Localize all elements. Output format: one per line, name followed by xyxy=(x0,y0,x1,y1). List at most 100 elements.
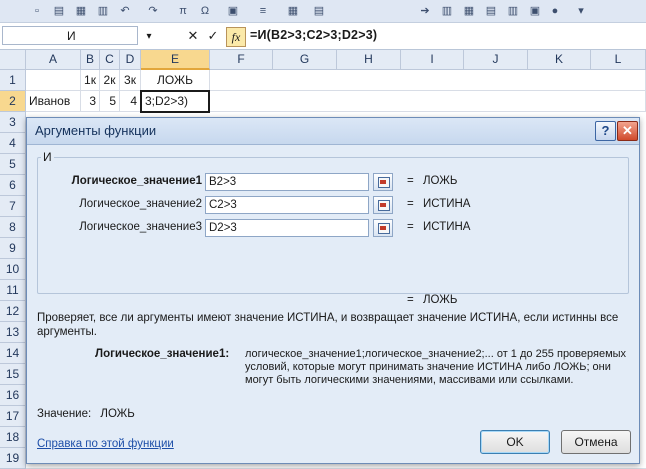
table-icon[interactable]: ▦ xyxy=(74,4,88,17)
value-label: Значение: xyxy=(37,408,92,420)
column-header-b[interactable]: B xyxy=(81,50,100,70)
dialog-title-bar[interactable]: Аргументы функции ? ✕ xyxy=(27,118,639,145)
arg2-input[interactable]: C2>3 xyxy=(205,196,369,214)
cell-d2[interactable]: 4 xyxy=(120,91,141,112)
cell-c2[interactable]: 5 xyxy=(100,91,120,112)
undo-icon[interactable]: ↶ xyxy=(118,4,132,17)
cell-b2[interactable]: 3 xyxy=(81,91,100,112)
cell-a1[interactable] xyxy=(26,70,81,91)
row-header-17[interactable]: 17 xyxy=(0,406,26,427)
column-header-k[interactable]: K xyxy=(528,50,591,70)
row-header-13[interactable]: 13 xyxy=(0,322,26,343)
dialog-title: Аргументы функции xyxy=(35,123,157,138)
arg3-result: ИСТИНА xyxy=(423,221,471,233)
pi-icon[interactable]: π xyxy=(176,4,190,17)
row-header-9[interactable]: 9 xyxy=(0,238,26,259)
row-header-2[interactable]: 2 xyxy=(0,91,26,112)
column-header-j[interactable]: J xyxy=(464,50,528,70)
row-header-11[interactable]: 11 xyxy=(0,280,26,301)
arg2-label: Логическое_значение2 xyxy=(79,198,202,210)
row-header-5[interactable]: 5 xyxy=(0,154,26,175)
picture-icon[interactable]: ▣ xyxy=(226,4,240,17)
row-header-16[interactable]: 16 xyxy=(0,385,26,406)
grid-icon[interactable]: ▥ xyxy=(96,4,110,17)
cancel-button[interactable]: Отмена xyxy=(561,430,631,454)
row-header-7[interactable]: 7 xyxy=(0,196,26,217)
new-doc-icon[interactable]: ▫ xyxy=(30,4,44,17)
arrow-icon[interactable]: ➔ xyxy=(418,4,432,17)
quick-access-toolbar: ▫ ▤ ▦ ▥ ↶ ↷ π Ω ▣ ≡ ▦ ▤ ➔ ▥ ▦ ▤ ▥ ▣ ● ▾ xyxy=(0,0,646,23)
name-box-dropdown-icon[interactable]: ▾ xyxy=(142,27,156,45)
column-header-c[interactable]: C xyxy=(100,50,120,70)
row-header-6[interactable]: 6 xyxy=(0,175,26,196)
arg3-input[interactable]: D2>3 xyxy=(205,219,369,237)
help-icon[interactable]: ? xyxy=(595,121,616,141)
range-marker xyxy=(380,226,386,230)
column-header-d[interactable]: D xyxy=(120,50,141,70)
row-header-19[interactable]: 19 xyxy=(0,448,26,469)
sheet-icon[interactable]: ▤ xyxy=(312,4,326,17)
merge-icon[interactable]: ▦ xyxy=(286,4,300,17)
arg2-result: ИСТИНА xyxy=(423,198,471,210)
row-header-18[interactable]: 18 xyxy=(0,427,26,448)
formula-bar: И ▾ ✕ ✓ fx =И(B2>3;C2>3;D2>3) xyxy=(0,23,646,50)
arg1-result: ЛОЖЬ xyxy=(423,175,458,187)
name-box[interactable]: И xyxy=(2,26,138,45)
ok-button[interactable]: OK xyxy=(480,430,550,454)
table2-icon[interactable]: ▦ xyxy=(462,4,476,17)
cell-a2[interactable]: Иванов xyxy=(26,91,81,112)
wrap-icon[interactable]: ≡ xyxy=(256,4,270,17)
enter-formula-icon[interactable]: ✓ xyxy=(204,27,222,45)
cells-f2-l2[interactable] xyxy=(210,91,646,112)
arg3-eq: = xyxy=(407,221,414,233)
insert-function-button[interactable]: fx xyxy=(226,27,246,47)
value-result: ЛОЖЬ xyxy=(100,408,135,420)
row-header-10[interactable]: 10 xyxy=(0,259,26,280)
cell-c1[interactable]: 2к xyxy=(100,70,120,91)
row-header-12[interactable]: 12 xyxy=(0,301,26,322)
row-header-8[interactable]: 8 xyxy=(0,217,26,238)
range-marker xyxy=(380,180,386,184)
chevron-down-icon[interactable]: ▾ xyxy=(574,4,588,17)
column-header-i[interactable]: I xyxy=(401,50,464,70)
column-header-a[interactable]: A xyxy=(26,50,81,70)
column-header-f[interactable]: F xyxy=(210,50,273,70)
row-header-15[interactable]: 15 xyxy=(0,364,26,385)
redo-icon[interactable]: ↷ xyxy=(146,4,160,17)
cells-f1-l1[interactable] xyxy=(210,70,646,91)
symbol-icon[interactable]: Ω xyxy=(198,4,212,17)
cancel-formula-icon[interactable]: ✕ xyxy=(184,27,202,45)
arg1-collapse-icon[interactable] xyxy=(373,173,393,191)
close-icon[interactable]: ✕ xyxy=(617,121,638,141)
formula-input[interactable]: =И(B2>3;C2>3;D2>3) xyxy=(250,28,377,42)
cell-b1[interactable]: 1к xyxy=(81,70,100,91)
macro-icon[interactable]: ▥ xyxy=(440,4,454,17)
arg1-input[interactable]: B2>3 xyxy=(205,173,369,191)
arg3-label: Логическое_значение3 xyxy=(79,221,202,233)
column-header-g[interactable]: G xyxy=(273,50,337,70)
cell-d1[interactable]: 3к xyxy=(120,70,141,91)
overall-result: ЛОЖЬ xyxy=(423,294,458,306)
arg2-collapse-icon[interactable] xyxy=(373,196,393,214)
cell-e1[interactable]: ЛОЖЬ xyxy=(141,70,210,91)
arg3-collapse-icon[interactable] xyxy=(373,219,393,237)
column-header-l[interactable]: L xyxy=(591,50,646,70)
select-all-corner[interactable] xyxy=(0,50,26,70)
column-header-h[interactable]: H xyxy=(337,50,401,70)
range-marker xyxy=(380,203,386,207)
row-header-1[interactable]: 1 xyxy=(0,70,26,91)
row-header-4[interactable]: 4 xyxy=(0,133,26,154)
row-header-14[interactable]: 14 xyxy=(0,343,26,364)
function-name: И xyxy=(41,150,54,164)
cell-e2-editing[interactable]: 3;D2>3) xyxy=(140,90,210,113)
column-header-e[interactable]: E xyxy=(141,50,210,70)
chart-icon[interactable]: ▥ xyxy=(506,4,520,17)
clipboard-icon[interactable]: ▤ xyxy=(484,4,498,17)
row-header-3[interactable]: 3 xyxy=(0,112,26,133)
circle-icon[interactable]: ● xyxy=(548,4,562,17)
function-arguments-dialog: Аргументы функции ? ✕ И Логическое_значе… xyxy=(26,117,640,464)
help-link[interactable]: Справка по этой функции xyxy=(37,438,174,450)
arg-help-label: Логическое_значение1: xyxy=(95,348,230,360)
filter-icon[interactable]: ▣ xyxy=(528,4,542,17)
print-icon[interactable]: ▤ xyxy=(52,4,66,17)
